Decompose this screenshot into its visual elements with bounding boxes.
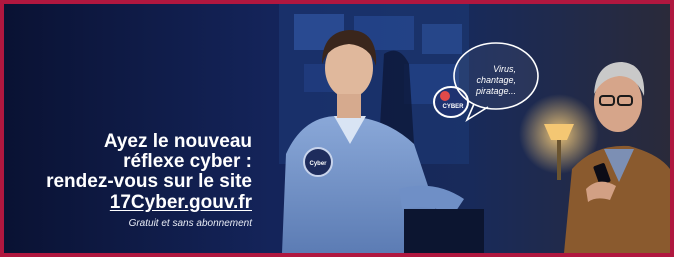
headline-line-1: Ayez le nouveau [103,131,252,152]
ad-copy: Ayez le nouveau réflexe cyber : rendez-v… [46,131,252,230]
subtext: Gratuit et sans abonnement [128,218,252,229]
ad-banner[interactable]: Cyber CYBER Virus, chantage, piratage... [0,0,674,257]
patch-text: Cyber [309,161,327,167]
headline-line-2: réflexe cyber : [123,151,252,172]
website-link[interactable]: 17Cyber.gouv.fr [46,192,252,214]
bubble-line-3: piratage... [475,86,516,96]
badge-text: CYBER [442,104,464,110]
bubble-line-1: Virus, [493,64,516,74]
bubble-line-2: chantage, [476,75,516,85]
headline-line-3: rendez-vous sur le site [46,171,252,192]
desk [404,209,484,253]
